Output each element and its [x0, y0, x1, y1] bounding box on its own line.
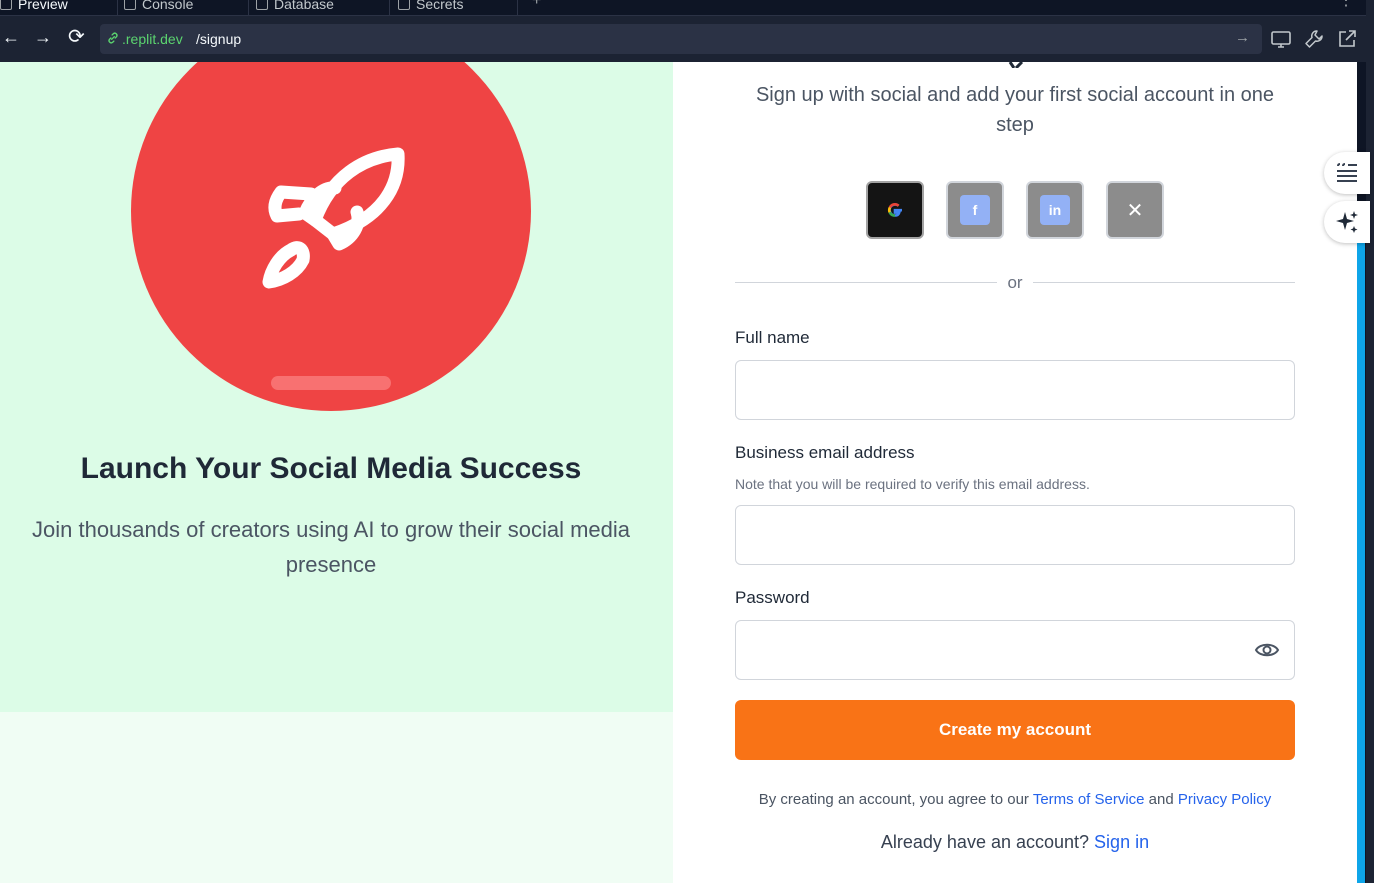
show-password-eye-icon[interactable]	[1254, 640, 1280, 660]
url-host: .replit.dev	[122, 31, 183, 47]
hero-panel-footer	[0, 712, 673, 883]
secrets-tab-icon	[398, 0, 410, 10]
scrollbar-thumb[interactable]	[1357, 243, 1365, 883]
linkedin-signup-button[interactable]: in	[1026, 181, 1084, 239]
wrench-icon[interactable]	[1303, 28, 1325, 50]
more-options-icon[interactable]: ⋮	[1338, 0, 1354, 10]
window-edge	[1366, 0, 1374, 883]
hero-title: Launch Your Social Media Success	[80, 452, 582, 485]
ai-sparkles-button[interactable]	[1324, 201, 1370, 243]
divider-or: or	[1007, 273, 1023, 292]
partial-heading-descender	[1008, 62, 1024, 68]
hero-circle-shadow	[271, 376, 391, 390]
tab-database[interactable]: Database	[256, 0, 390, 16]
hero-panel: Launch Your Social Media Success Join th…	[0, 62, 673, 712]
signin-prompt: Already have an account? Sign in	[735, 832, 1295, 853]
hero-subtitle: Join thousands of creators using AI to g…	[32, 517, 630, 577]
console-tab-icon	[124, 0, 136, 10]
link-icon	[108, 32, 118, 44]
divider-line-left	[735, 282, 997, 283]
reload-icon[interactable]: ⟳	[68, 27, 85, 47]
terms-prefix: By creating an account, you agree to our	[758, 791, 1033, 808]
linkedin-icon: in	[1040, 195, 1070, 225]
quote-list-button[interactable]	[1324, 152, 1370, 194]
tab-console[interactable]: Console	[124, 0, 249, 16]
url-path: /signup	[196, 31, 242, 47]
terms-of-service-link[interactable]: Terms of Service	[1033, 791, 1145, 808]
go-arrow-icon[interactable]: →	[1235, 29, 1250, 46]
back-arrow-icon[interactable]: ←	[2, 27, 20, 47]
ide-tab-bar: Preview Console Database Secrets + ⋮	[0, 0, 1374, 16]
google-icon	[887, 203, 902, 217]
full-name-input[interactable]	[735, 360, 1295, 420]
password-label: Password	[735, 588, 810, 607]
signup-subtitle: Sign up with social and add your first s…	[755, 84, 1275, 136]
sparkles-icon	[1336, 211, 1358, 233]
tab-label: Secrets	[416, 0, 464, 12]
address-bar[interactable]: .replit.dev /signup →	[100, 24, 1262, 54]
google-signup-button[interactable]	[866, 181, 924, 239]
signin-link[interactable]: Sign in	[1094, 832, 1149, 852]
privacy-policy-link[interactable]: Privacy Policy	[1178, 791, 1271, 808]
facebook-signup-button[interactable]: f	[946, 181, 1004, 239]
tab-preview[interactable]: Preview	[0, 0, 118, 16]
tab-label: Database	[274, 0, 334, 12]
external-link-icon[interactable]	[1336, 28, 1358, 50]
quote-list-icon	[1337, 163, 1357, 182]
preview-tab-icon	[0, 0, 12, 10]
email-input[interactable]	[735, 505, 1295, 565]
x-icon: ✕	[1126, 199, 1144, 222]
signin-prefix: Already have an account?	[880, 832, 1095, 852]
x-signup-button[interactable]: ✕	[1106, 181, 1164, 239]
rocket-icon	[262, 147, 405, 289]
email-note: Note that you will be required to verify…	[735, 476, 1090, 492]
full-name-label: Full name	[735, 328, 810, 347]
database-tab-icon	[256, 0, 268, 10]
tab-secrets[interactable]: Secrets	[398, 0, 518, 16]
divider-line-right	[1033, 282, 1295, 283]
tab-label: Preview	[18, 0, 68, 12]
forward-arrow-icon[interactable]: →	[34, 27, 52, 47]
terms-notice: By creating an account, you agree to our…	[735, 791, 1295, 808]
create-account-button[interactable]: Create my account	[735, 700, 1295, 760]
add-tab-button[interactable]: +	[532, 0, 541, 10]
password-input[interactable]	[735, 620, 1295, 680]
email-label: Business email address	[735, 443, 915, 462]
facebook-icon: f	[960, 195, 990, 225]
terms-and: and	[1144, 791, 1178, 808]
monitor-icon[interactable]	[1270, 28, 1292, 50]
tab-label: Console	[142, 0, 194, 12]
